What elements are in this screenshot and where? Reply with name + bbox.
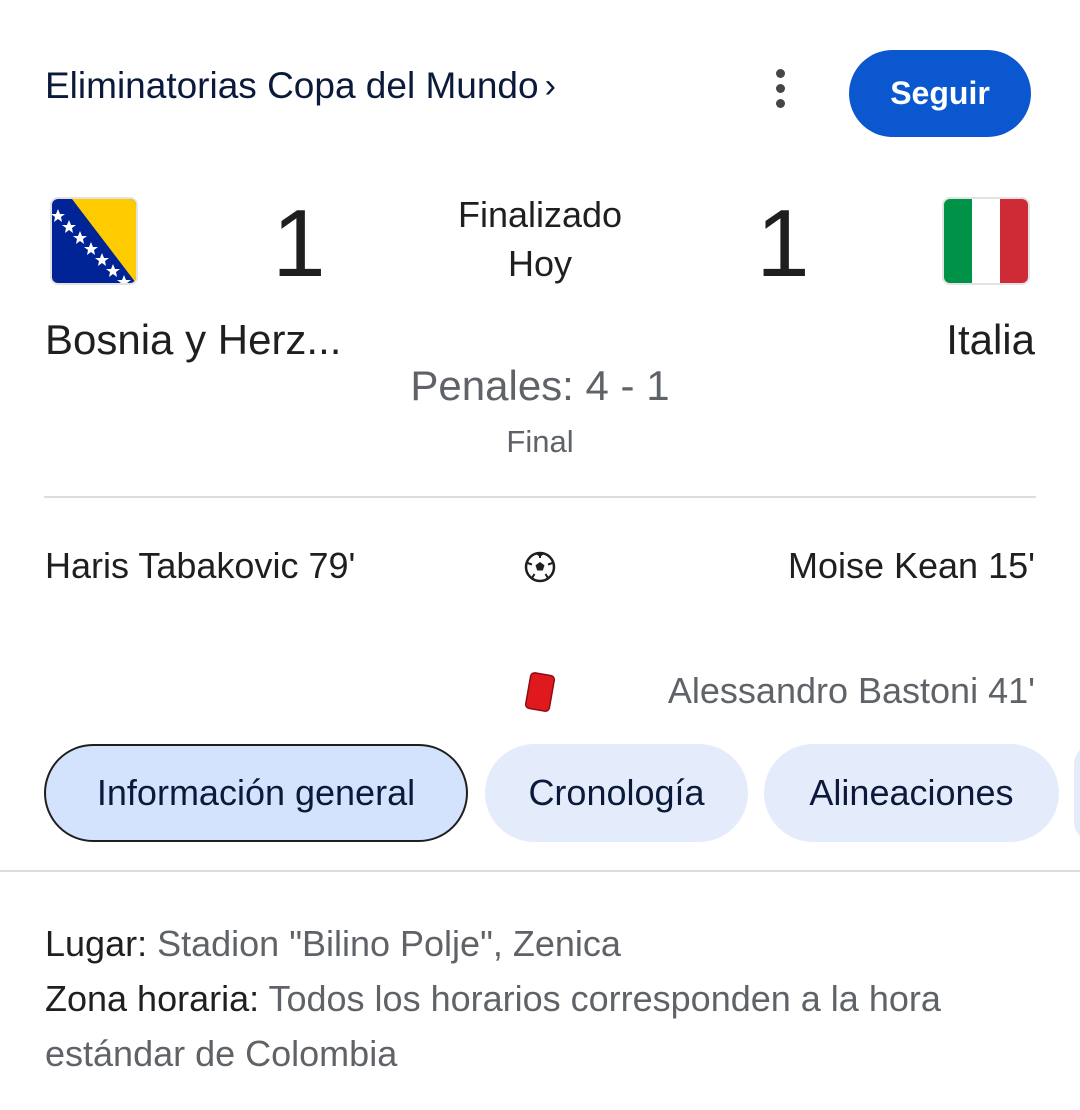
away-team-name[interactable]: Italia [946,316,1035,364]
divider [44,496,1036,498]
tab-cronologia[interactable]: Cronología [485,744,748,842]
section-divider [0,870,1080,872]
home-team-name[interactable]: Bosnia y Herz... [45,316,341,364]
result-label: Final [506,424,574,459]
competition-link[interactable]: Eliminatorias Copa del Mundo › [45,60,556,112]
timezone-label: Zona horaria: [45,978,260,1019]
venue-info: Lugar: Stadion "Bilino Polje", Zenica [45,916,1035,971]
match-status: Finalizado [457,194,623,235]
soccer-ball-icon [524,551,556,583]
away-goal-scorer: Moise Kean 15' [787,545,1035,586]
penalties-score: Penales: 4 - 1 [410,362,670,409]
away-red-card-player: Alessandro Bastoni 41' [667,670,1035,711]
home-goal-scorer: Haris Tabakovic 79' [45,545,356,586]
more-vert-icon [775,68,785,78]
tab-alineaciones[interactable]: Alineaciones [764,744,1059,842]
timezone-info: Zona horaria: Todos los horarios corresp… [45,971,1035,1081]
flag-bosnia-icon[interactable] [52,199,136,283]
tab-informacion-general[interactable]: Información general [44,744,468,842]
more-vert-dot [775,83,785,93]
venue-label: Lugar: [45,923,148,964]
follow-button[interactable]: Seguir [849,50,1031,137]
tab-overflow[interactable] [1074,744,1080,842]
away-score: 1 [756,190,810,297]
red-card-icon [522,670,558,714]
competition-name: Eliminatorias Copa del Mundo [45,65,539,106]
more-vert-dot [775,98,785,108]
match-day: Hoy [507,243,573,284]
chevron-right-icon: › [544,66,556,105]
more-options-button[interactable] [760,64,800,112]
venue-value: Stadion "Bilino Polje", Zenica [157,923,621,964]
flag-italy-icon[interactable] [944,199,1028,283]
home-score: 1 [272,190,326,297]
